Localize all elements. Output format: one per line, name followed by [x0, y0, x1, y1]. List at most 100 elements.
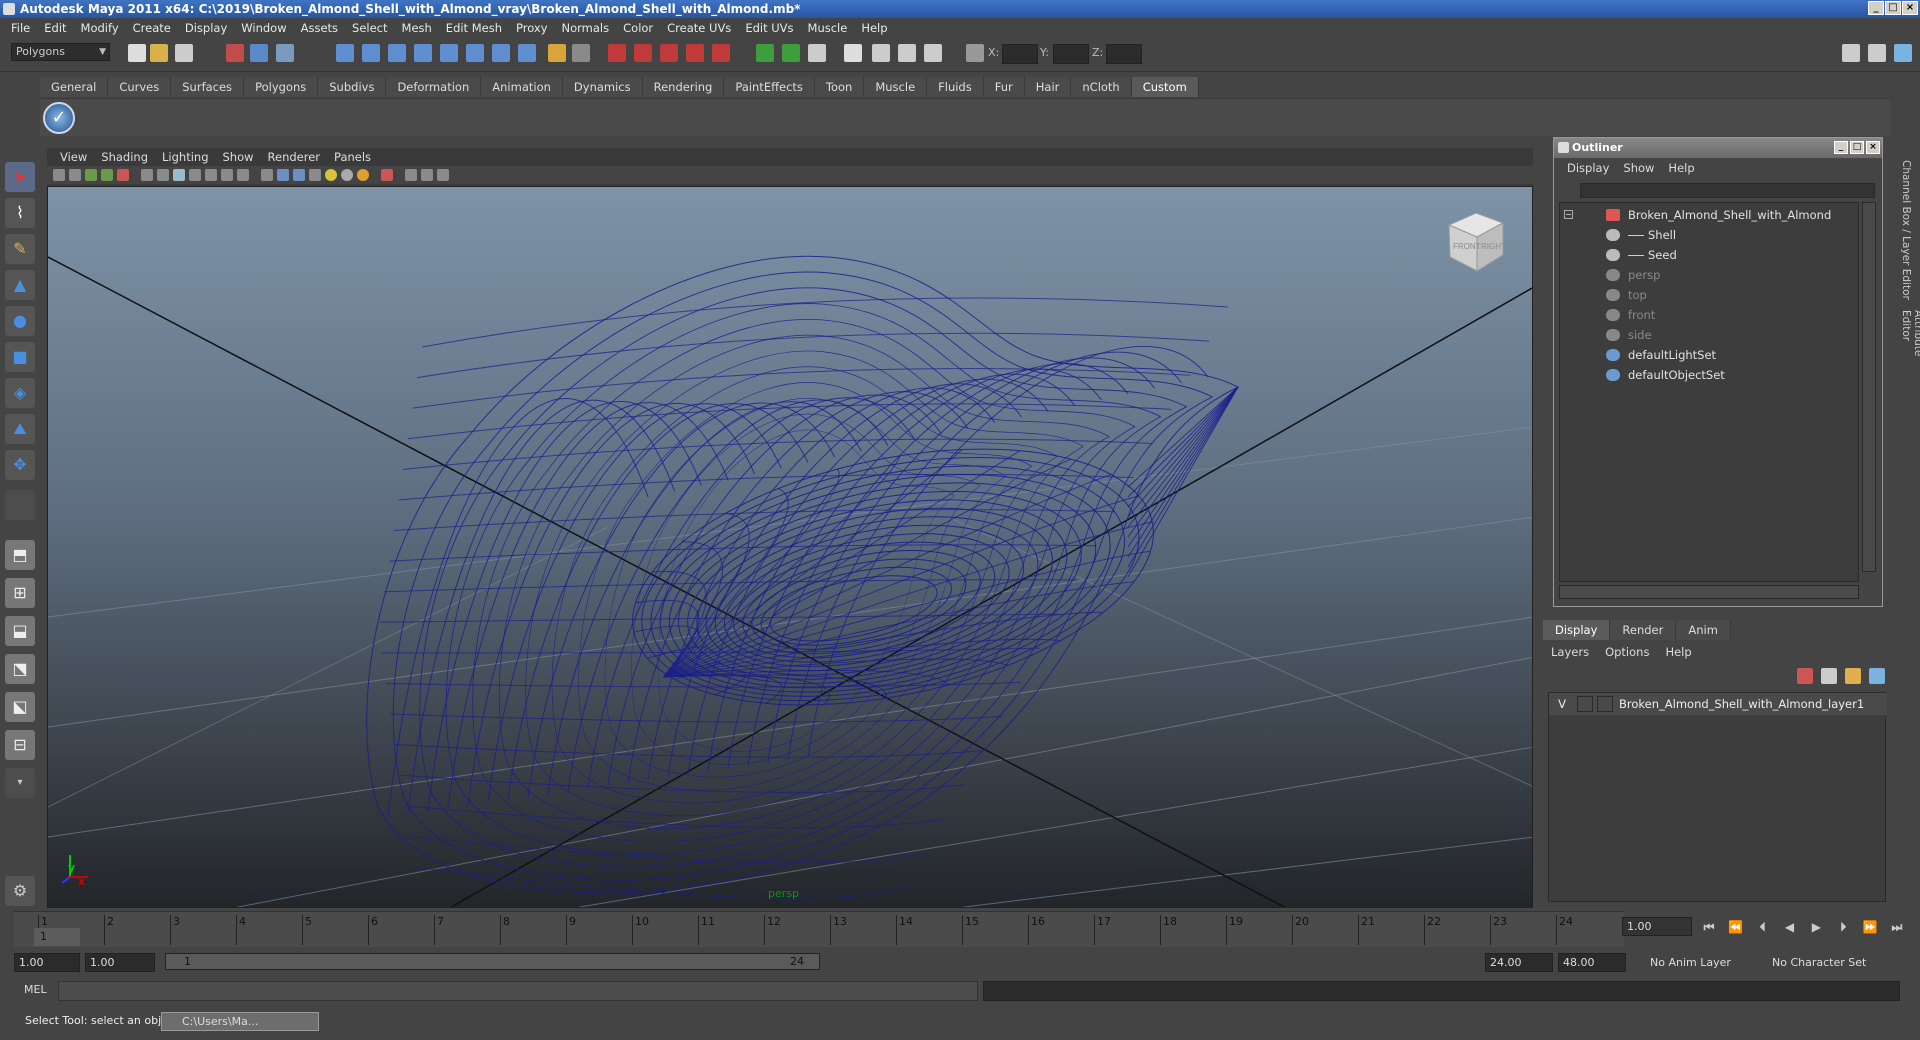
- command-input[interactable]: [58, 981, 978, 1001]
- go-to-start-icon[interactable]: ⏮: [1698, 918, 1720, 936]
- tool-settings-toggle-icon[interactable]: [782, 44, 800, 62]
- hypershade-persp-layout-icon[interactable]: ⬕: [5, 692, 35, 722]
- panel-menu-show[interactable]: Show: [216, 150, 261, 164]
- maximize-button[interactable]: □: [1885, 1, 1901, 15]
- menu-color[interactable]: Color: [616, 21, 660, 35]
- move-layer-up-icon[interactable]: [1797, 668, 1813, 684]
- channel-layout-icon[interactable]: [1894, 44, 1912, 62]
- save-scene-icon[interactable]: [175, 44, 193, 62]
- shelf-tab-fluids[interactable]: Fluids: [927, 77, 984, 97]
- hypershade-icon[interactable]: [686, 44, 704, 62]
- lock-icon[interactable]: [548, 44, 566, 62]
- time-slider[interactable]: 1 2 3 4 5 6 7 8 9 10 11 12 13 14 15 16 17 18 19 20 21 22 23 24 1: [14, 911, 1624, 947]
- two-d-pan-icon[interactable]: [117, 169, 129, 181]
- playback-start-field[interactable]: 1.00: [85, 953, 155, 972]
- outliner-item-top[interactable]: top: [1564, 285, 1860, 305]
- layer-tab-anim[interactable]: Anim: [1676, 620, 1731, 640]
- shelf-tab-surfaces[interactable]: Surfaces: [171, 77, 245, 97]
- outliner-maximize-button[interactable]: □: [1850, 141, 1864, 154]
- new-layer-icon[interactable]: [1821, 668, 1837, 684]
- new-scene-icon[interactable]: [128, 44, 146, 62]
- outliner-item-seed[interactable]: Seed: [1564, 245, 1860, 265]
- xray-joints-icon[interactable]: [421, 169, 433, 181]
- safe-action-icon[interactable]: [221, 169, 233, 181]
- menu-assets[interactable]: Assets: [294, 21, 345, 35]
- current-time-marker[interactable]: 1: [34, 928, 80, 946]
- manipulator-tool-icon[interactable]: ◈: [5, 378, 35, 408]
- shelf-tab-painteffects[interactable]: PaintEffects: [724, 77, 815, 97]
- shelf-tab-fur[interactable]: Fur: [983, 77, 1025, 97]
- shelf-tab-general[interactable]: General: [40, 77, 109, 97]
- outliner-vertical-scrollbar[interactable]: [1862, 202, 1876, 572]
- history-icon[interactable]: [466, 44, 484, 62]
- menu-edit[interactable]: Edit: [37, 21, 73, 35]
- layer-menu-layers[interactable]: Layers: [1543, 645, 1597, 659]
- playback-end-field[interactable]: 24.00: [1485, 953, 1553, 972]
- snap-grid-icon[interactable]: [336, 44, 354, 62]
- attribute-editor-tab[interactable]: Attribute Editor: [1900, 310, 1920, 390]
- collapse-icon[interactable]: −: [1564, 210, 1573, 219]
- channel-box-toggle-icon[interactable]: [808, 44, 826, 62]
- menu-create-uvs[interactable]: Create UVs: [660, 21, 738, 35]
- outliner-horizontal-scrollbar[interactable]: [1559, 585, 1859, 599]
- select-tool-icon[interactable]: ➤: [5, 162, 35, 192]
- wireframe-icon[interactable]: [261, 169, 273, 181]
- layer-color-swatch[interactable]: [1597, 696, 1613, 712]
- menu-display[interactable]: Display: [178, 21, 234, 35]
- scene-end-field[interactable]: 48.00: [1558, 953, 1626, 972]
- menu-help[interactable]: Help: [854, 21, 894, 35]
- new-layer-from-selected-icon[interactable]: [1845, 668, 1861, 684]
- menu-window[interactable]: Window: [234, 21, 293, 35]
- check-icon[interactable]: ✓: [43, 102, 75, 134]
- shelf-tab-subdivs[interactable]: Subdivs: [318, 77, 387, 97]
- last-tool-icon[interactable]: [5, 490, 35, 520]
- outliner-item-default-object-set[interactable]: defaultObjectSet: [1564, 365, 1860, 385]
- layer-tab-display[interactable]: Display: [1543, 620, 1611, 640]
- shelf-tab-curves[interactable]: Curves: [108, 77, 172, 97]
- image-plane-icon[interactable]: [101, 169, 113, 181]
- step-forward-frame-icon[interactable]: ⏵: [1832, 918, 1854, 936]
- shelf-tab-animation[interactable]: Animation: [481, 77, 563, 97]
- character-set-selector[interactable]: No Character Set: [1772, 953, 1887, 972]
- menu-file[interactable]: File: [4, 21, 37, 35]
- shelf-tab-hair[interactable]: Hair: [1024, 77, 1072, 97]
- shelf-tab-polygons[interactable]: Polygons: [244, 77, 319, 97]
- y-field[interactable]: [1053, 44, 1089, 64]
- shelf-tab-toon[interactable]: Toon: [814, 77, 865, 97]
- smooth-shade-icon[interactable]: [277, 169, 289, 181]
- current-frame-field[interactable]: 1.00: [1622, 917, 1692, 936]
- rotate-tool-icon[interactable]: ●: [5, 306, 35, 336]
- layer-tab-render[interactable]: Render: [1610, 620, 1677, 640]
- use-default-lighting-icon[interactable]: [325, 169, 337, 181]
- shelf-tab-rendering[interactable]: Rendering: [642, 77, 725, 97]
- panel-menu-view[interactable]: View: [53, 150, 94, 164]
- layer-visibility-toggle[interactable]: V: [1553, 693, 1571, 715]
- play-forwards-icon[interactable]: ▶: [1805, 918, 1827, 936]
- layer-menu-help[interactable]: Help: [1657, 645, 1699, 659]
- menu-proxy[interactable]: Proxy: [509, 21, 555, 35]
- close-button[interactable]: ×: [1902, 1, 1918, 15]
- numeric-input-icon[interactable]: [966, 44, 984, 62]
- panel-menu-lighting[interactable]: Lighting: [155, 150, 215, 164]
- wireframe-on-shaded-icon[interactable]: [293, 169, 305, 181]
- anim-layer-selector[interactable]: No Anim Layer: [1650, 953, 1760, 972]
- outliner-minimize-button[interactable]: _: [1834, 141, 1848, 154]
- channel-box-tab[interactable]: Channel Box / Layer Editor: [1900, 160, 1912, 300]
- paint-select-tool-icon[interactable]: ✎: [5, 234, 35, 264]
- layer-row[interactable]: V Broken_Almond_Shell_with_Almond_layer1: [1549, 693, 1887, 715]
- outliner-item-side[interactable]: side: [1564, 325, 1860, 345]
- persp-graph-layout-icon[interactable]: ⊟: [5, 730, 35, 760]
- menu-create[interactable]: Create: [126, 21, 178, 35]
- step-back-key-icon[interactable]: ⏪: [1725, 918, 1747, 936]
- select-component-icon[interactable]: [276, 44, 294, 62]
- show-manipulator-icon[interactable]: ✥: [5, 450, 35, 480]
- camera-select-icon[interactable]: [53, 169, 65, 181]
- panel-menu-panels[interactable]: Panels: [327, 150, 378, 164]
- ipr-render-icon[interactable]: [634, 44, 652, 62]
- attribute-editor-toggle-icon[interactable]: [756, 44, 774, 62]
- minimized-window-button[interactable]: C:\Users\Ma...: [161, 1012, 319, 1031]
- shelf-tab-deformation[interactable]: Deformation: [386, 77, 482, 97]
- make-live-icon[interactable]: [440, 44, 458, 62]
- outliner-item-root[interactable]: − Broken_Almond_Shell_with_Almond: [1564, 205, 1860, 225]
- menu-edit-uvs[interactable]: Edit UVs: [738, 21, 800, 35]
